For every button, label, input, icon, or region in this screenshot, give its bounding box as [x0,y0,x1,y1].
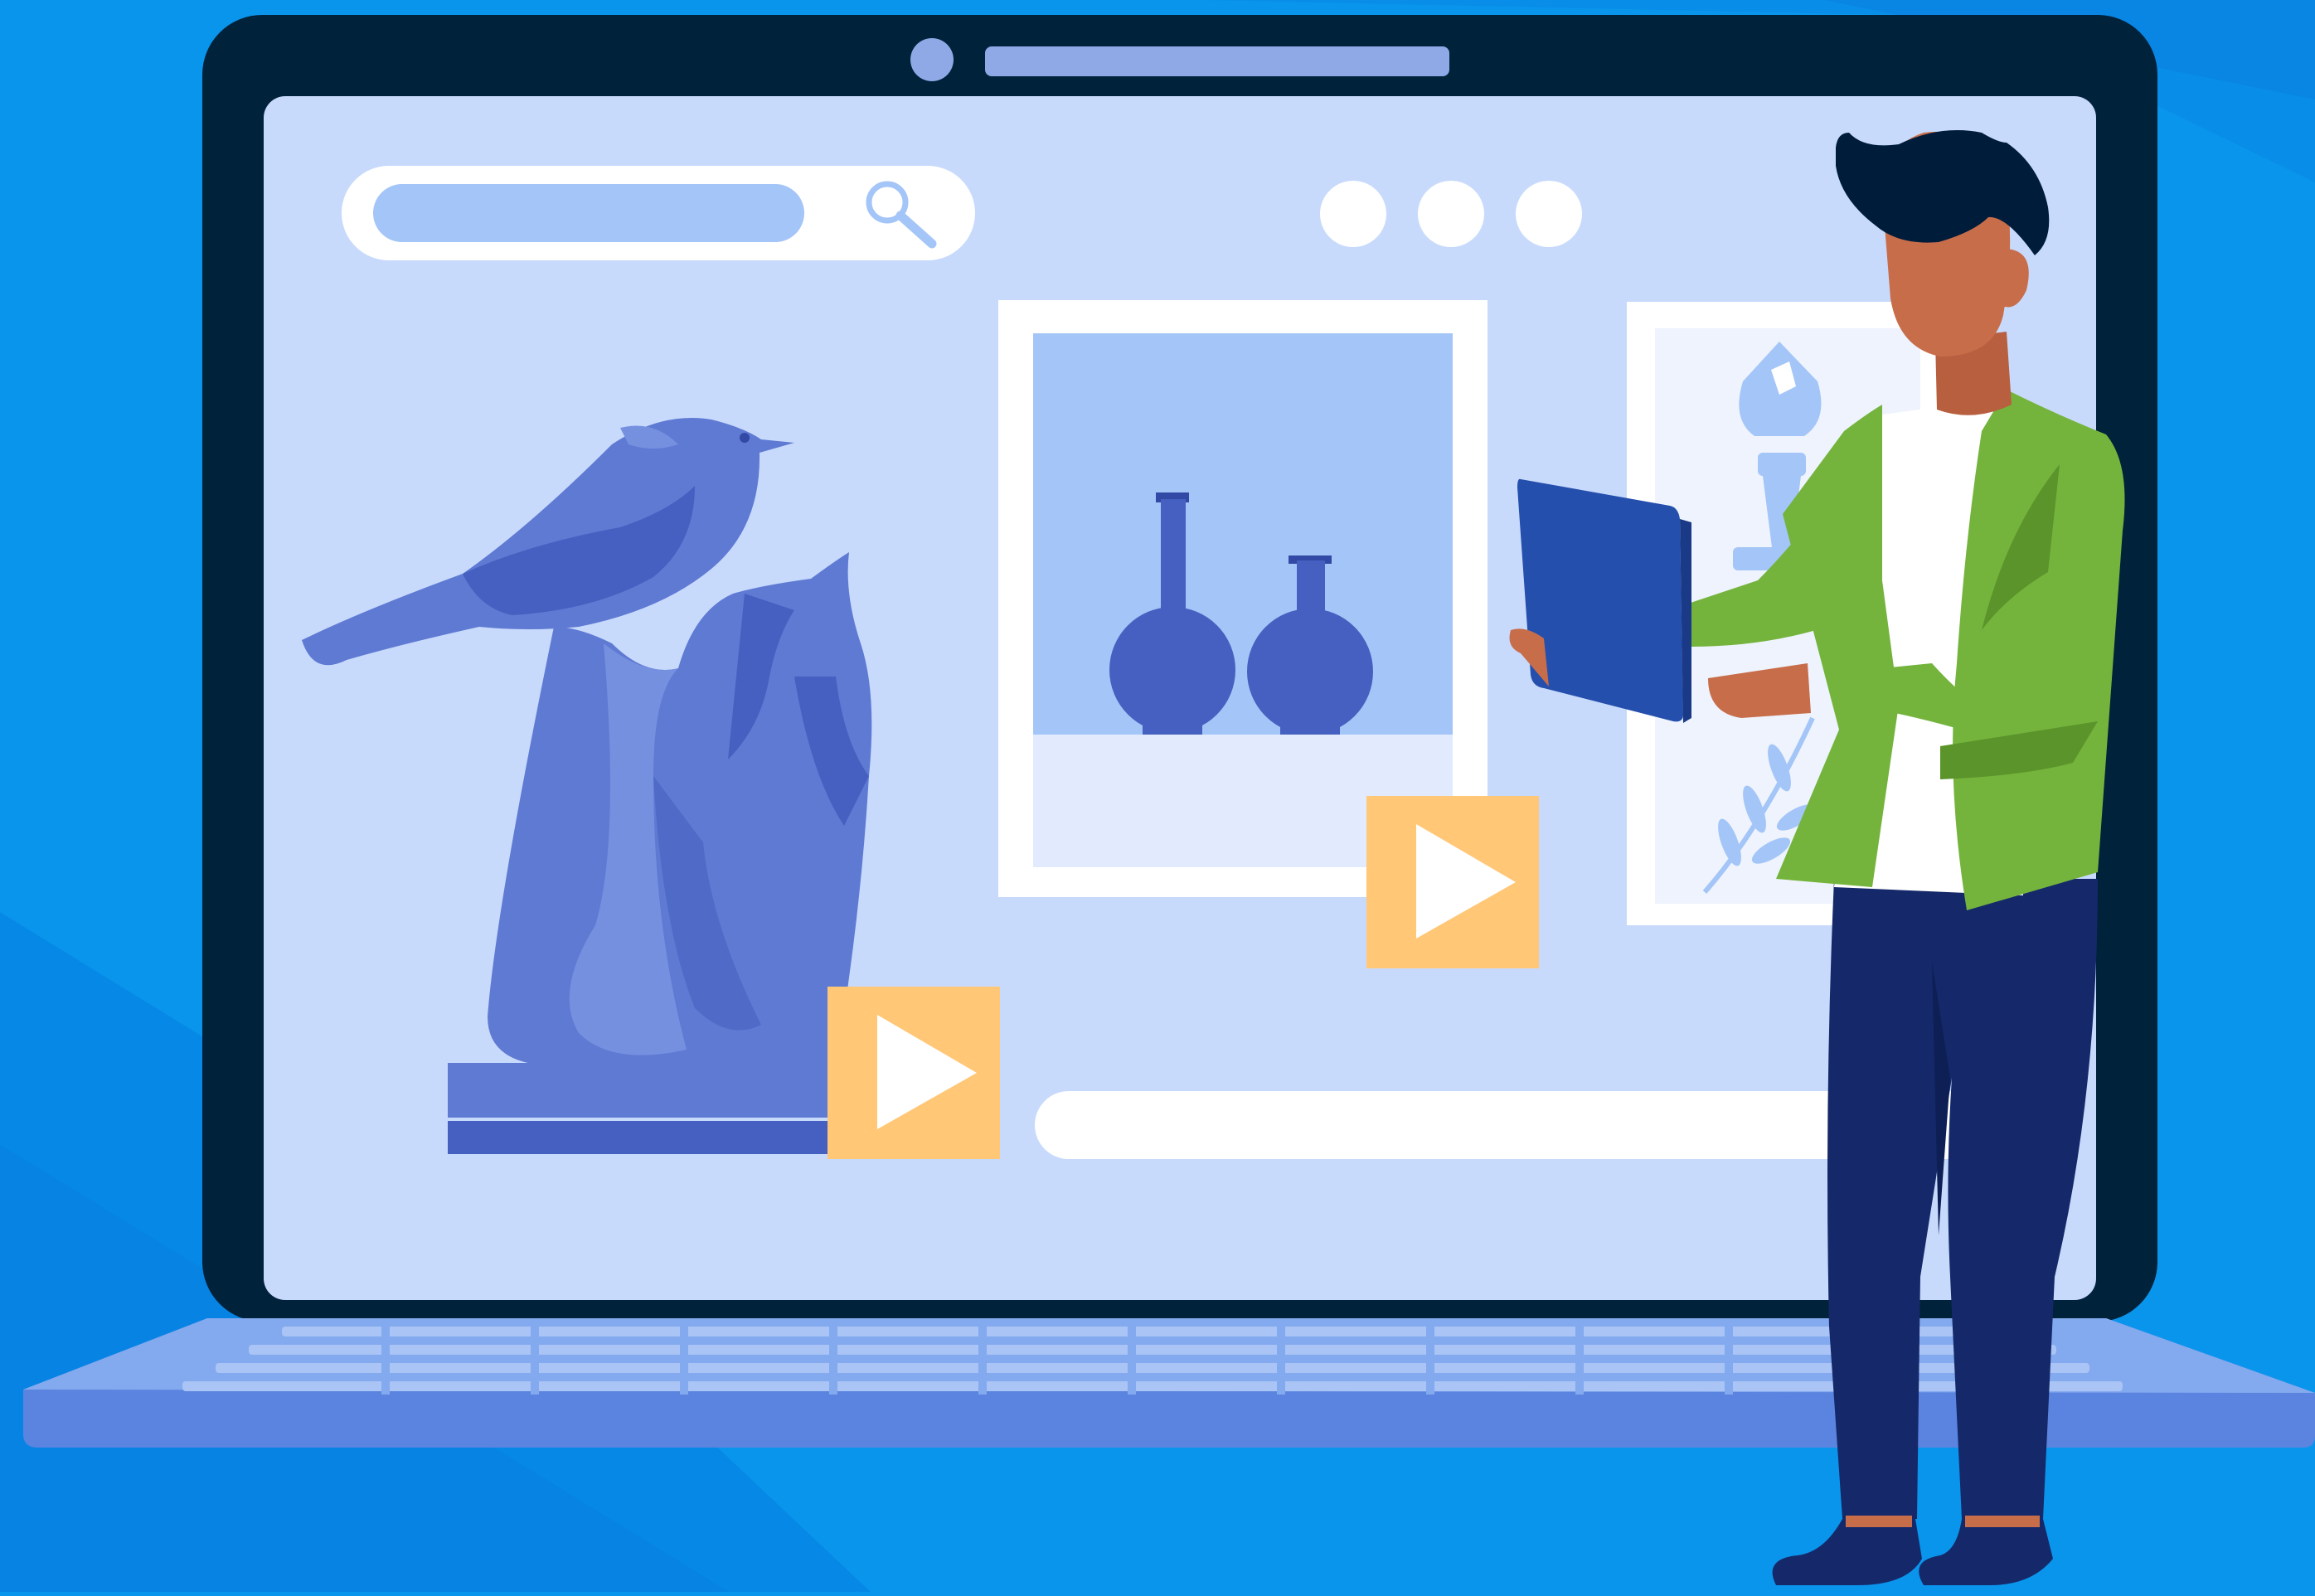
right-shoe [1919,1519,2053,1585]
right-hand [1708,663,1811,718]
jacket-left [1776,405,1899,887]
hair [1836,130,2050,255]
left-shoe [1772,1519,1922,1585]
ear [1998,249,2029,308]
pants [1827,879,2098,1519]
tablet-icon [1517,478,1683,722]
person-illustration [1509,130,2125,1585]
